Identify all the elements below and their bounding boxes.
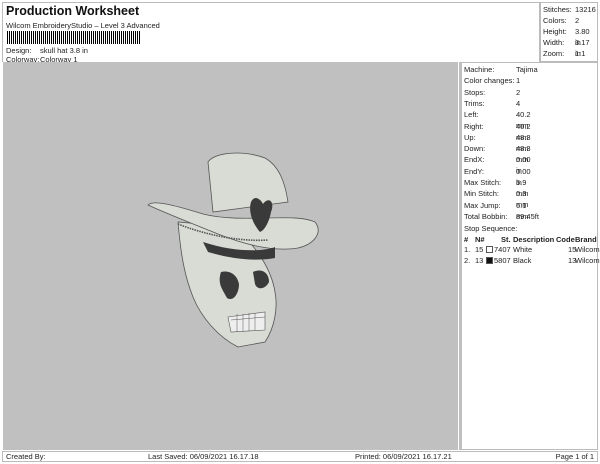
summary-value: 2 [575, 16, 580, 25]
design-preview [3, 62, 458, 450]
detail-row: Machine: Tajima [464, 64, 538, 75]
description: White [513, 245, 533, 254]
detail-label: Left: [464, 110, 479, 120]
color-swatch [486, 246, 493, 253]
detail-label: Trims: [464, 98, 485, 108]
detail-label: EndY: [464, 166, 485, 176]
summary-label: Stitches: [543, 5, 572, 14]
detail-row: Min Stitch: 0.3 mm [464, 188, 529, 209]
summary-label: Height: [543, 27, 567, 36]
detail-label: Down: [464, 144, 486, 154]
color-swatch [486, 256, 493, 264]
detail-label: Max Jump: [464, 200, 501, 210]
skull-cowboy-hat-design [147, 152, 319, 348]
detail-value: 89.45ft [516, 211, 539, 221]
software-name: Wilcom EmbroideryStudio – Level 3 Advanc… [6, 21, 160, 30]
summary-label: Zoom: [543, 49, 565, 58]
detail-label: Up: [464, 132, 476, 142]
detail-row: Trims: 4 [464, 98, 520, 109]
stop-num: 1. [464, 245, 471, 254]
detail-row: Max Jump: 6.1 mm [464, 200, 529, 221]
barcode [7, 31, 141, 44]
details-panel: Machine: Tajima Color changes: 1 Stops: 2 Trim… [459, 62, 600, 450]
stitch-code: 5807 [494, 255, 511, 265]
detail-value: Tajima [516, 65, 538, 74]
detail-label: Color changes: [464, 76, 515, 86]
worksheet-header: Production Worksheet Wilcom EmbroiderySt… [2, 2, 540, 64]
detail-label: Total Bobbin: [464, 211, 508, 221]
stop-num: 2. [464, 255, 471, 265]
printed-date: Printed: 06/09/2021 16.17.21 [355, 452, 452, 461]
stop-row: 2. 13 5807 Black 13 Wilcom [464, 255, 600, 266]
summary-label: Width: [543, 38, 565, 47]
detail-row: EndX: 0.00 in [464, 154, 531, 175]
detail-row: Stops: 2 [464, 87, 520, 98]
detail-label: Right: [464, 121, 484, 131]
detail-label: EndX: [464, 155, 485, 165]
created-by: Created By: [6, 452, 46, 461]
page-number: Page 1 of 1 [555, 452, 594, 461]
detail-row: Total Bobbin: 89.45ft [464, 211, 539, 222]
detail-label: Max Stitch: [464, 178, 502, 187]
detail-row: Down: 48.3 mm [464, 143, 531, 164]
stop-sequence-title: Stop Sequence: [464, 224, 518, 233]
design-value: skull hat 3.8 in [40, 46, 88, 55]
brand: Wilcom [575, 245, 600, 254]
detail-row: EndY: 0.00 in [464, 166, 531, 187]
detail-value: 1 [516, 76, 521, 86]
summary-box: Stitches: 13216 Colors: 2 Height: 3.80 in W… [540, 2, 598, 62]
detail-value: 2 [516, 87, 521, 97]
detail-row: Up: 48.3 mm [464, 132, 531, 153]
brand: Wilcom [575, 255, 600, 265]
stop-row: 1. 15 7407 White 15 Wilcom [464, 244, 600, 255]
description: Black [513, 255, 532, 265]
summary-label: Colors: [543, 16, 567, 25]
last-saved: Last Saved: 06/09/2021 16.17.18 [148, 452, 259, 461]
detail-label: Machine: [464, 65, 495, 74]
detail-row: Left: 40.2 mm [464, 109, 531, 130]
detail-row: Max Stitch: 5.9 mm [464, 177, 529, 198]
page-title: Production Worksheet [6, 4, 140, 18]
design-label: Design: [6, 46, 32, 55]
summary-value: 13216 [575, 5, 596, 14]
footer: Created By: Last Saved: 06/09/2021 16.17… [2, 451, 598, 462]
summary-value: 1:1 [575, 49, 586, 58]
detail-row: Right: 40.2 mm [464, 121, 531, 142]
detail-label: Stops: [464, 87, 486, 97]
stitch-code: 7407 [494, 245, 511, 254]
needle: 13 [475, 255, 484, 265]
detail-row: Color changes: 1 [464, 75, 520, 86]
detail-value: 4 [516, 98, 521, 108]
needle: 15 [475, 245, 484, 254]
detail-label: Min Stitch: [464, 189, 500, 199]
